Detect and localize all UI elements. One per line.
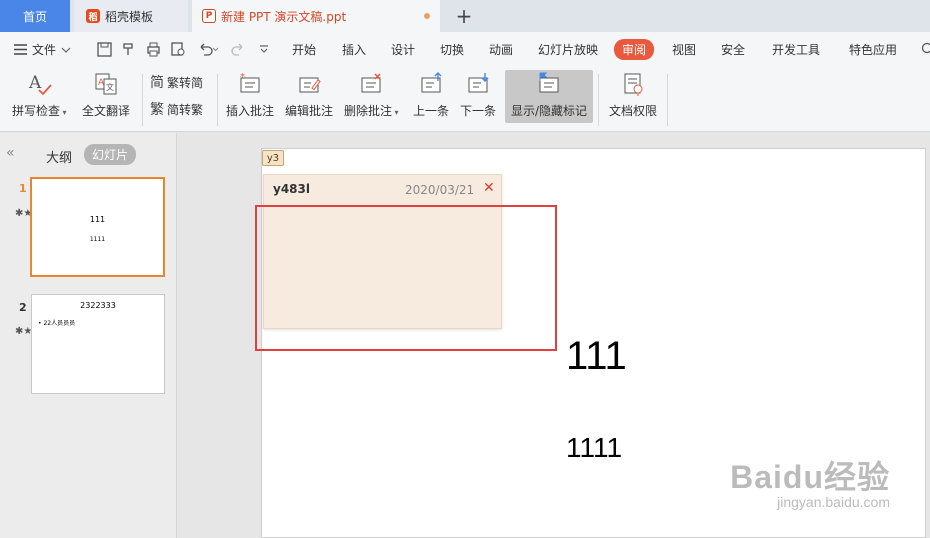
prev-comment-button[interactable]: 上一条 xyxy=(413,70,449,119)
print-preview-icon[interactable] xyxy=(170,41,186,57)
ribbon-toolbar: A 拼写检查 ▾ A文 全文翻译 简 繁转简 繁 简转繁 * 插入批注 编辑批注… xyxy=(0,66,930,132)
comment-header: y483l 2020/03/21 ✕ xyxy=(264,175,501,203)
comment-author: y483l xyxy=(273,182,310,196)
spell-check-button[interactable]: A 拼写检查 ▾ xyxy=(12,70,67,119)
file-menu-label: 文件 xyxy=(32,43,57,57)
translate-icon: A文 xyxy=(92,70,120,98)
spell-check-label: 拼写检查 xyxy=(12,104,61,118)
comment-marker[interactable]: y3 xyxy=(262,150,284,166)
edit-comment-icon xyxy=(295,70,323,98)
show-hide-markup-label: 显示/隐藏标记 xyxy=(511,104,588,118)
menu-special[interactable]: 特色应用 xyxy=(849,41,897,58)
watermark: Baidu经验 jingyan.baidu.com xyxy=(730,452,890,510)
new-tab-button[interactable]: + xyxy=(452,4,476,28)
show-hide-markup-icon xyxy=(535,70,563,98)
ribbon-separator xyxy=(598,74,599,126)
tab-bar: 首页 稻 稻壳模板 P 新建 PPT 演示文稿.ppt + xyxy=(0,0,930,32)
edit-comment-label: 编辑批注 xyxy=(285,104,334,118)
thumb-body: 1111 xyxy=(89,236,106,243)
insert-comment-label: 插入批注 xyxy=(226,104,275,118)
edit-comment-button[interactable]: 编辑批注 xyxy=(285,70,333,119)
prev-comment-label: 上一条 xyxy=(413,104,450,118)
doc-permissions-label: 文档权限 xyxy=(609,104,658,118)
slide-panel: « 大纲 幻灯片 1 ✱★ 111 1111 2 ✱★ 2322333 • 22… xyxy=(0,133,177,538)
delete-comment-label: 删除批注 xyxy=(344,104,393,118)
slide-title-text[interactable]: 111 xyxy=(566,334,627,379)
insert-comment-button[interactable]: * 插入批注 xyxy=(226,70,274,119)
menu-bar: 文件 开始 插入 设计 切换 动画 幻灯片放映 审阅 视图 安全 开发工具 特色… xyxy=(0,32,930,66)
watermark-main: Baidu经验 xyxy=(730,459,890,495)
trad-to-simp-label: 繁转简 xyxy=(167,75,204,90)
prev-comment-icon xyxy=(417,70,445,98)
ribbon-separator xyxy=(667,74,668,126)
full-translate-label: 全文翻译 xyxy=(82,104,131,118)
delete-comment-button[interactable]: 删除批注 ▾ xyxy=(344,70,399,119)
simp-to-trad-button[interactable]: 繁 简转繁 xyxy=(150,99,203,119)
menu-home[interactable]: 开始 xyxy=(292,41,316,58)
menu-animation[interactable]: 动画 xyxy=(489,41,513,58)
menu-design[interactable]: 设计 xyxy=(391,41,415,58)
tab-home[interactable]: 首页 xyxy=(0,0,70,32)
menu-slideshow[interactable]: 幻灯片放映 xyxy=(538,41,598,58)
hamburger-icon xyxy=(14,44,27,55)
trad-simp-icon: 简 xyxy=(150,75,164,91)
highlight-rectangle xyxy=(255,205,557,351)
simp-trad-icon: 繁 xyxy=(150,102,164,118)
doc-permissions-button[interactable]: 文档权限 xyxy=(609,70,657,119)
unsaved-dot-icon xyxy=(424,13,430,19)
spell-check-icon: A xyxy=(25,70,53,98)
slide-thumbnail-1[interactable]: 111 1111 xyxy=(30,177,165,277)
insert-comment-icon: * xyxy=(236,70,264,98)
search-icon[interactable] xyxy=(918,41,930,57)
daoke-logo-icon: 稻 xyxy=(86,9,100,23)
thumb-title: 2322333 xyxy=(80,301,116,310)
svg-text:*: * xyxy=(240,72,245,83)
slide-number: 1 xyxy=(19,182,27,195)
menu-insert[interactable]: 插入 xyxy=(342,41,366,58)
doc-permissions-icon xyxy=(619,70,647,98)
thumb-bullet: • 22人员员员 xyxy=(38,320,76,327)
ribbon-separator xyxy=(142,74,143,126)
ribbon-separator xyxy=(217,74,218,126)
next-comment-label: 下一条 xyxy=(460,104,497,118)
quick-access-dropdown-icon[interactable] xyxy=(256,41,272,57)
tab-outline[interactable]: 大纲 xyxy=(46,147,72,166)
comment-date: 2020/03/21 xyxy=(405,183,475,197)
slide-number: 2 xyxy=(19,301,27,314)
tab-document[interactable]: P 新建 PPT 演示文稿.ppt xyxy=(192,0,440,32)
simp-to-trad-label: 简转繁 xyxy=(167,102,204,117)
tab-document-label: 新建 PPT 演示文稿.ppt xyxy=(221,9,347,24)
menu-view[interactable]: 视图 xyxy=(672,41,696,58)
tab-template-label: 稻壳模板 xyxy=(105,9,154,24)
print-icon[interactable] xyxy=(145,41,161,57)
svg-text:文: 文 xyxy=(106,82,114,92)
format-painter-icon[interactable] xyxy=(120,41,136,57)
next-comment-button[interactable]: 下一条 xyxy=(460,70,496,119)
redo-icon[interactable] xyxy=(230,41,246,57)
save-icon[interactable] xyxy=(96,41,112,57)
trad-to-simp-button[interactable]: 简 繁转简 xyxy=(150,72,203,92)
collapse-panel-icon[interactable]: « xyxy=(6,145,15,161)
full-translate-button[interactable]: A文 全文翻译 xyxy=(82,70,130,119)
delete-comment-icon xyxy=(357,70,385,98)
ppt-file-icon: P xyxy=(202,9,216,23)
chevron-down-icon xyxy=(61,47,71,53)
close-icon[interactable]: ✕ xyxy=(483,180,495,196)
menu-security[interactable]: 安全 xyxy=(721,41,745,58)
tab-template[interactable]: 稻 稻壳模板 xyxy=(74,0,188,32)
menu-developer[interactable]: 开发工具 xyxy=(772,41,820,58)
thumb-title: 111 xyxy=(89,215,106,224)
menu-review[interactable]: 审阅 xyxy=(614,39,655,60)
star-icon: ✱★ xyxy=(15,326,33,337)
slide-thumbnail-2[interactable]: 2322333 • 22人员员员 xyxy=(31,294,165,394)
file-menu[interactable]: 文件 xyxy=(14,41,71,58)
next-comment-icon xyxy=(464,70,492,98)
show-hide-markup-button[interactable]: 显示/隐藏标记 xyxy=(505,70,594,123)
undo-icon[interactable] xyxy=(196,41,220,57)
tab-slides[interactable]: 幻灯片 xyxy=(84,144,137,165)
slide-body-text[interactable]: 1111 xyxy=(566,432,622,464)
menu-transitions[interactable]: 切换 xyxy=(440,41,464,58)
